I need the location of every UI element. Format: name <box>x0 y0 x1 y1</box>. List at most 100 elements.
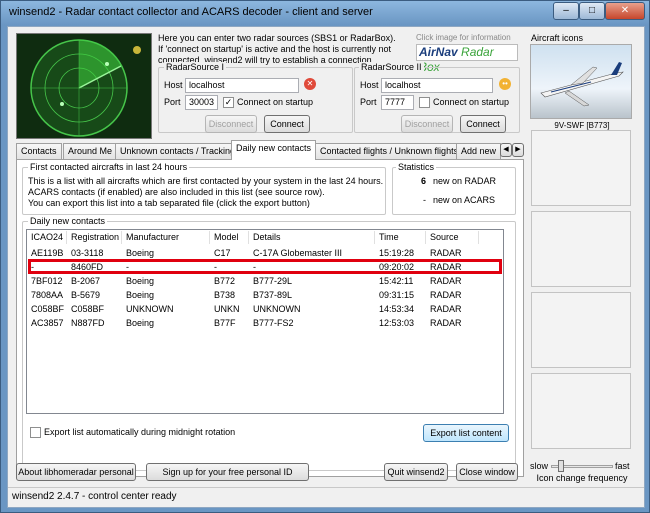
tab-scroll-right-button[interactable]: ▶ <box>512 143 524 157</box>
host-label: Host <box>360 80 379 90</box>
source1-disconnect-button[interactable]: Disconnect <box>205 115 257 133</box>
tab-unknown-contacts[interactable]: Unknown contacts / Tracking <box>115 143 241 159</box>
daily-contacts-list[interactable]: ICAO24 Registration Manufacturer Model D… <box>26 229 504 414</box>
cell-registration: B-5679 <box>71 290 101 300</box>
description-line: ACARS contacts (if enabled) are also inc… <box>28 187 325 197</box>
cell-manufacturer: Boeing <box>126 276 155 286</box>
cell-icao24: 7808AA <box>31 290 64 300</box>
cell-icao24: C058BF <box>31 304 65 314</box>
frequency-label: Icon change frequency <box>536 473 628 483</box>
source2-startup-label: Connect on startup <box>433 97 510 107</box>
aircraft-icon-slot <box>531 211 631 287</box>
description-line: This is a list with all aircrafts which … <box>28 176 384 186</box>
about-button[interactable]: About libhomeradar personal <box>16 463 136 481</box>
cell-manufacturer: Boeing <box>126 318 155 328</box>
cell-details: B777-29L <box>253 276 293 286</box>
cell-time: 14:53:34 <box>379 304 415 314</box>
source2-port-input[interactable]: 7777 <box>381 95 414 110</box>
airnav-logo[interactable]: AirNav Radar Box <box>416 44 518 74</box>
close-window-button[interactable]: ✕ <box>605 2 645 20</box>
minimize-button[interactable]: – <box>553 2 579 20</box>
slow-label: slow <box>530 461 549 471</box>
statistics-group <box>392 167 516 215</box>
aircraft-icon-slot <box>531 292 631 368</box>
cell-manufacturer: Boeing <box>126 290 155 300</box>
column-header[interactable]: ICAO24 <box>27 231 67 244</box>
cell-details: B777-FS2 <box>253 318 294 328</box>
tab-contacted-flights[interactable]: Contacted flights / Unknown flights <box>315 143 464 159</box>
aircraft-icons-title: Aircraft icons <box>531 33 584 43</box>
radar-count-label: new on RADAR <box>433 176 497 186</box>
export-auto-label: Export list automatically during midnigh… <box>44 427 236 437</box>
cell-icao24: 7BF012 <box>31 276 63 286</box>
status-bar: winsend2 2.4.7 - control center ready <box>8 487 644 507</box>
tab-around-me[interactable]: Around Me <box>63 143 118 159</box>
source1-port-input[interactable]: 30003 <box>185 95 218 110</box>
aircraft-caption: 9V-SWF [B773] <box>554 121 610 130</box>
aircraft-icon-slot <box>531 373 631 449</box>
connecting-status-icon: •• <box>499 78 511 90</box>
cell-source: RADAR <box>430 290 462 300</box>
cell-model: UNKN <box>214 304 240 314</box>
table-row[interactable]: 7BF012 B-2067 Boeing B772 B777-29L 15:42… <box>27 275 503 288</box>
radar-image <box>16 33 152 139</box>
cell-registration: C058BF <box>71 304 105 314</box>
table-row[interactable]: 7808AA B-5679 Boeing B738 B737-89L 09:31… <box>27 289 503 302</box>
column-header[interactable]: Model <box>210 231 249 244</box>
intro-line: If 'connect on startup' is active and th… <box>158 44 392 54</box>
close-button[interactable]: Close window <box>456 463 518 481</box>
daily-description: This is a list with all aircrafts which … <box>28 176 383 209</box>
cell-model: B77F <box>214 318 236 328</box>
list-header: ICAO24 Registration Manufacturer Model D… <box>27 231 503 244</box>
source2-startup-checkbox[interactable] <box>419 97 430 108</box>
highlighted-row-annotation <box>28 259 502 274</box>
title-bar[interactable]: winsend2 - Radar contact collector and A… <box>1 1 649 25</box>
description-line: You can export this list into a tab sepa… <box>28 198 310 208</box>
table-row[interactable]: C058BF C058BF UNKNOWN UNKN UNKNOWN 14:53… <box>27 303 503 316</box>
column-header[interactable]: Details <box>249 231 375 244</box>
export-auto-checkbox[interactable] <box>30 427 41 438</box>
source1-connect-button[interactable]: Connect <box>264 115 310 133</box>
aircraft-icon-slot <box>531 130 631 206</box>
quit-button[interactable]: Quit winsend2 <box>384 463 448 481</box>
cell-icao24: AC3857 <box>31 318 64 328</box>
source1-host-input[interactable]: localhost <box>185 78 299 93</box>
cell-details: UNKNOWN <box>253 304 301 314</box>
fast-label: fast <box>615 461 630 471</box>
column-header[interactable]: Registration <box>67 231 122 244</box>
host-label: Host <box>164 80 183 90</box>
statistics-title: Statistics <box>396 162 437 172</box>
tab-strip: Contacts Around Me Unknown contacts / Tr… <box>16 140 524 160</box>
acars-count-label: new on ACARS <box>433 195 496 205</box>
port-label: Port <box>164 97 181 107</box>
tab-add-new[interactable]: Add new <box>456 143 502 159</box>
cell-source: RADAR <box>430 304 462 314</box>
maximize-button[interactable]: □ <box>579 2 605 20</box>
column-header[interactable]: Time <box>375 231 426 244</box>
table-row[interactable]: AC3857 N887FD Boeing B77F B777-FS2 12:53… <box>27 317 503 330</box>
status-text: winsend2 2.4.7 - control center ready <box>12 491 177 502</box>
radar-source-2-title: RadarSource II <box>359 62 424 72</box>
source1-startup-checkbox[interactable]: ✓ <box>223 97 234 108</box>
daily-list-title: Daily new contacts <box>28 216 108 226</box>
source2-disconnect-button[interactable]: Disconnect <box>401 115 453 133</box>
signup-button[interactable]: Sign up for your free personal ID <box>146 463 309 481</box>
frequency-slider-thumb[interactable] <box>558 460 564 472</box>
tab-scroll-left-button[interactable]: ◀ <box>500 143 512 157</box>
column-header[interactable]: Source <box>426 231 479 244</box>
source2-host-input[interactable]: localhost <box>381 78 493 93</box>
main-window: winsend2 - Radar contact collector and A… <box>0 0 650 513</box>
tab-contacts[interactable]: Contacts <box>16 143 62 159</box>
radar-source-1-title: RadarSource I <box>164 62 227 72</box>
export-list-button[interactable]: Export list content <box>423 424 509 442</box>
cell-source: RADAR <box>430 318 462 328</box>
window-title: winsend2 - Radar contact collector and A… <box>9 6 373 18</box>
acars-count: - <box>423 195 426 205</box>
disconnected-status-icon: ✕ <box>304 78 316 90</box>
source1-startup-label: Connect on startup <box>237 97 314 107</box>
tab-daily-new-contacts[interactable]: Daily new contacts <box>231 140 317 160</box>
source2-connect-button[interactable]: Connect <box>460 115 506 133</box>
column-header[interactable]: Manufacturer <box>122 231 210 244</box>
airplane-icon <box>540 62 624 107</box>
cell-manufacturer: UNKNOWN <box>126 304 174 314</box>
